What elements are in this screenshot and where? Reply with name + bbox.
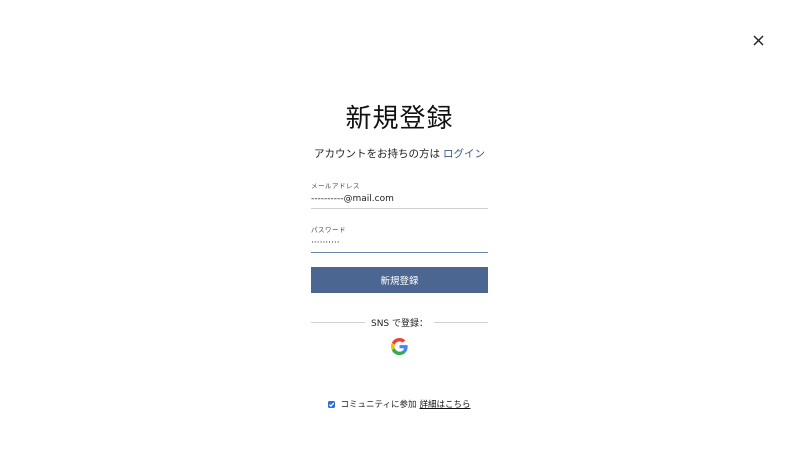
email-underline (311, 208, 488, 209)
signup-button[interactable]: 新規登録 (311, 267, 488, 293)
divider-line-right (434, 321, 488, 323)
password-label: パスワード (311, 226, 346, 234)
google-signup-button[interactable] (391, 338, 408, 355)
sns-divider: SNS で登録： (311, 315, 488, 329)
login-link[interactable]: ログイン (443, 148, 485, 160)
close-icon (751, 33, 766, 48)
login-prompt-text: アカウントをお持ちの方は (314, 148, 440, 160)
divider-line-left (311, 321, 365, 323)
email-label: メールアドレス (311, 182, 360, 190)
check-icon (329, 402, 335, 407)
community-label: コミュニティに参加 (340, 400, 417, 410)
password-field: パスワード (311, 224, 488, 253)
email-input[interactable] (311, 192, 488, 206)
email-field: メールアドレス (311, 180, 488, 209)
google-icon (391, 338, 408, 355)
sns-divider-text: SNS で登録： (370, 318, 429, 329)
password-underline (311, 252, 488, 253)
signup-dialog: 新規登録 アカウントをお持ちの方はログイン メールアドレス パスワード 新規登録… (0, 0, 799, 449)
details-link[interactable]: 詳細はこちら (419, 398, 470, 410)
community-optin: コミュニティに参加 詳細はこちら (0, 398, 799, 410)
community-checkbox[interactable] (328, 400, 336, 408)
login-prompt: アカウントをお持ちの方は ログイン (0, 146, 799, 161)
close-button[interactable] (751, 33, 766, 48)
password-input[interactable] (311, 236, 488, 250)
page-title: 新規登録 (345, 104, 454, 134)
